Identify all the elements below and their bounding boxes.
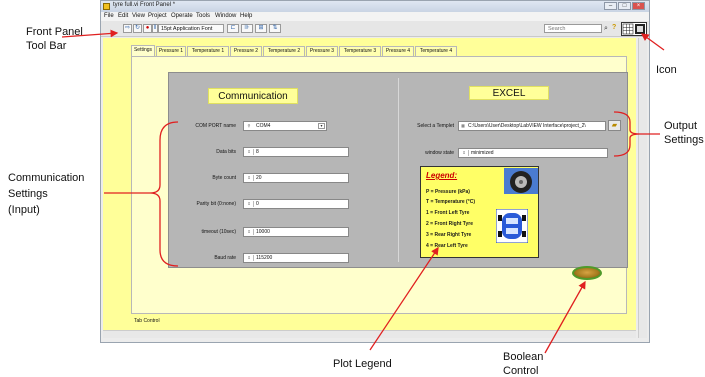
icon-arrow [640,33,665,51]
annotation-toolbar-line1: Front Panel [26,26,83,38]
annotation-icon: Icon [656,64,677,76]
annotation-arrows [61,29,665,354]
annotation-output-line2: Settings [664,134,704,146]
plot-legend-arrow [369,246,439,351]
annotation-output-line1: Output [664,120,698,132]
annotation-communication-line3: (Input) [8,204,40,216]
annotation-toolbar-line2: Tool Bar [26,40,67,52]
annotation-boolean-line2: Control [503,365,539,377]
communication-brace [149,121,179,267]
output-brace [613,111,641,157]
annotation-communication-line1: Communication [8,172,85,184]
annotation-communication-line2: Settings [8,188,48,200]
boolean-arrow [544,280,586,354]
annotation-boolean-line1: Boolean [503,351,544,363]
annotation-plot-legend: Plot Legend [333,358,392,370]
